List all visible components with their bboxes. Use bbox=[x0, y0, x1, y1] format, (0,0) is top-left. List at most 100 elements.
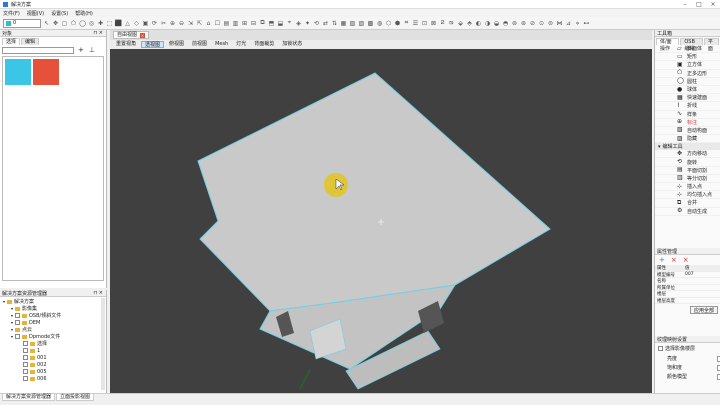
draw-tool-item[interactable]: ● 球体 bbox=[655, 86, 720, 95]
view-tab-7[interactable]: 加锁状态 bbox=[279, 41, 305, 48]
toolbar-tool-icon[interactable]: ⊞ bbox=[241, 20, 248, 27]
tree-checkbox[interactable] bbox=[23, 348, 28, 353]
edit-tool-item[interactable]: ⊹ 插入点 bbox=[655, 183, 720, 192]
pin-icon[interactable]: ⊓ × bbox=[93, 290, 103, 296]
edit-tool-item[interactable]: ⟲ 旋转 bbox=[655, 158, 720, 167]
toolbar-tool-icon[interactable]: ⧉ bbox=[259, 19, 266, 27]
toolbar-tool-icon[interactable]: ▣ bbox=[142, 20, 149, 27]
toolbar-tool-icon[interactable]: ⬚ bbox=[106, 20, 113, 27]
toolbar-tool-icon[interactable]: ⊚ bbox=[511, 20, 518, 27]
toolbar-tool-icon[interactable]: ⬘ bbox=[466, 20, 473, 27]
draw-tool-item[interactable]: ▦ 快速建面 bbox=[655, 94, 720, 103]
toolbar-tool-icon[interactable]: ⊕ bbox=[169, 20, 176, 27]
layer-tool-icon[interactable]: ⊥ bbox=[89, 46, 95, 54]
toolbar-tool-icon[interactable]: ⌗ bbox=[403, 19, 410, 27]
toolbar-tool-icon[interactable]: ◯ bbox=[79, 20, 86, 27]
toolbar-tool-icon[interactable]: ◐ bbox=[475, 20, 482, 27]
layer-combo[interactable]: 0 bbox=[3, 18, 41, 28]
edit-tool-item[interactable]: ⧉ 合并 bbox=[655, 199, 720, 208]
toolbar-tool-icon[interactable]: ⟳ bbox=[151, 20, 158, 27]
tab-solution-explorer[interactable]: 解决方案资源管理器 bbox=[2, 394, 56, 401]
toolbar-tool-icon[interactable]: ⊖ bbox=[178, 20, 185, 27]
texture-checkbox[interactable] bbox=[658, 346, 663, 351]
toolbar-tool-icon[interactable]: ⋈ bbox=[556, 20, 563, 27]
toolbar-tool-icon[interactable]: ↖ bbox=[43, 20, 50, 27]
apply-all-button[interactable]: 应用全部 bbox=[689, 306, 718, 314]
draw-tool-item[interactable]: ⬠ 正多边形 bbox=[655, 70, 720, 78]
document-tab[interactable]: 自由视图 × bbox=[113, 31, 150, 39]
tree-row[interactable]: 001 bbox=[0, 354, 106, 361]
toolbar-tool-icon[interactable]: ▧ bbox=[349, 20, 356, 27]
toolbar-tool-icon[interactable]: ☐ bbox=[214, 20, 221, 27]
tree-checkbox[interactable] bbox=[23, 376, 28, 381]
tab-elevation-view[interactable]: 立面投影视图 bbox=[56, 394, 95, 401]
toolbar-tool-icon[interactable]: ⌂ bbox=[205, 20, 212, 27]
edit-tool-item[interactable]: ⊹ 均匀插入点 bbox=[655, 191, 720, 200]
3d-viewport[interactable] bbox=[110, 49, 652, 393]
toolbar-tool-icon[interactable]: ⬓ bbox=[277, 20, 284, 27]
toolbar-tool-icon[interactable]: ⊷ bbox=[583, 20, 590, 27]
toolbar-tool-icon[interactable]: ⊟ bbox=[250, 20, 257, 27]
toolbar-tool-icon[interactable]: ⇅ bbox=[331, 20, 338, 27]
toolbar-tool-icon[interactable]: ⊙ bbox=[538, 20, 545, 27]
close-tab-icon[interactable]: × bbox=[140, 32, 146, 38]
toolbar-tool-icon[interactable]: ▩ bbox=[367, 20, 374, 27]
toolbar-tool-icon[interactable]: ⬡ bbox=[385, 20, 392, 27]
tree-checkbox[interactable] bbox=[23, 362, 28, 367]
tree-row[interactable]: ▾ OSB/倾斜文件 bbox=[0, 312, 106, 319]
tree-checkbox[interactable] bbox=[15, 313, 20, 318]
toolbar-tool-icon[interactable]: ⬒ bbox=[268, 20, 275, 27]
edit-tool-item[interactable]: ▤ 平面切割 bbox=[655, 167, 720, 175]
toolbar-tool-icon[interactable]: ⧅ bbox=[448, 19, 455, 27]
toolbar-tool-icon[interactable]: △ bbox=[124, 20, 131, 27]
toolbar-tool-icon[interactable]: ⬠ bbox=[70, 20, 77, 27]
edit-tool-item[interactable]: ✥ 方向移动 bbox=[655, 150, 720, 159]
tab-select[interactable]: 选择 bbox=[2, 38, 21, 45]
view-tab-0[interactable]: 重置视角 bbox=[113, 41, 139, 48]
close-button[interactable]: × bbox=[706, 0, 720, 9]
tree-row[interactable]: ▾ DEM bbox=[0, 319, 106, 326]
property-value[interactable]: 007 bbox=[685, 272, 694, 278]
pin-icon[interactable]: ⊓ × bbox=[93, 30, 103, 36]
toolbar-tool-icon[interactable]: ◑ bbox=[484, 20, 491, 27]
draw-tool-item[interactable]: ▧ 自动构面 bbox=[655, 127, 720, 136]
tree-scrollbar[interactable] bbox=[101, 298, 105, 390]
tree-row[interactable]: 005 bbox=[0, 368, 106, 375]
tree-checkbox[interactable] bbox=[23, 355, 28, 360]
view-tab-6[interactable]: 背面裁剪 bbox=[251, 41, 277, 48]
view-tab-3[interactable]: 前视图 bbox=[189, 41, 210, 48]
toolbar-tool-icon[interactable]: ⇄ bbox=[322, 20, 329, 27]
toolbar-tool-icon[interactable]: ⇱ bbox=[196, 20, 203, 27]
color-swatch-cyan[interactable] bbox=[5, 59, 31, 85]
draw-tool-item[interactable]: ▣ 立方体 bbox=[655, 61, 720, 70]
toolbar-tool-icon[interactable]: ◍ bbox=[376, 20, 383, 27]
add-property-icon[interactable]: + bbox=[659, 256, 665, 264]
minimize-button[interactable]: – bbox=[678, 0, 692, 9]
remove-property-icon[interactable]: × bbox=[671, 256, 677, 264]
delete-property-icon[interactable]: × bbox=[683, 256, 689, 264]
toolbar-tool-icon[interactable]: ☰ bbox=[412, 20, 419, 27]
toolbar-tool-icon[interactable]: ▥ bbox=[232, 20, 239, 27]
menu-item-3[interactable]: 帮助(H) bbox=[75, 10, 93, 17]
draw-tool-item[interactable]: ∿ 样条 bbox=[655, 111, 720, 119]
draw-tool-item[interactable]: ▭ 矩形 bbox=[655, 53, 720, 62]
toolbar-tool-icon[interactable]: ◈ bbox=[295, 20, 302, 27]
tree-row[interactable]: ▾ 点云 bbox=[0, 326, 106, 333]
toolbar-tool-icon[interactable]: ⊜ bbox=[547, 20, 554, 27]
tree-checkbox[interactable] bbox=[23, 341, 28, 346]
menu-item-2[interactable]: 设置(S) bbox=[51, 10, 68, 17]
tree-row[interactable]: ▾ 解决方案 bbox=[0, 298, 106, 305]
view-tab-4[interactable]: Mesh bbox=[212, 41, 231, 48]
toolbox-tab-0[interactable]: 体/面操作 bbox=[656, 38, 680, 52]
draw-tool-item[interactable]: ⌇ 折线 bbox=[655, 102, 720, 111]
draw-tool-item[interactable]: ▨ 隐藏 bbox=[655, 135, 720, 144]
toolbar-tool-icon[interactable]: ▦ bbox=[340, 20, 347, 27]
toolbar-tool-icon[interactable]: ◎ bbox=[88, 20, 95, 27]
tree-row[interactable]: 002 bbox=[0, 361, 106, 368]
toolbar-tool-icon[interactable]: ⬙ bbox=[457, 20, 464, 27]
toolbar-tool-icon[interactable]: ⟲ bbox=[313, 20, 320, 27]
toolbar-tool-icon[interactable]: ⧄ bbox=[439, 19, 446, 27]
tree-row[interactable]: 1 bbox=[0, 347, 106, 354]
toolbar-tool-icon[interactable]: ⌖ bbox=[286, 19, 293, 27]
add-icon[interactable]: + bbox=[78, 46, 84, 54]
